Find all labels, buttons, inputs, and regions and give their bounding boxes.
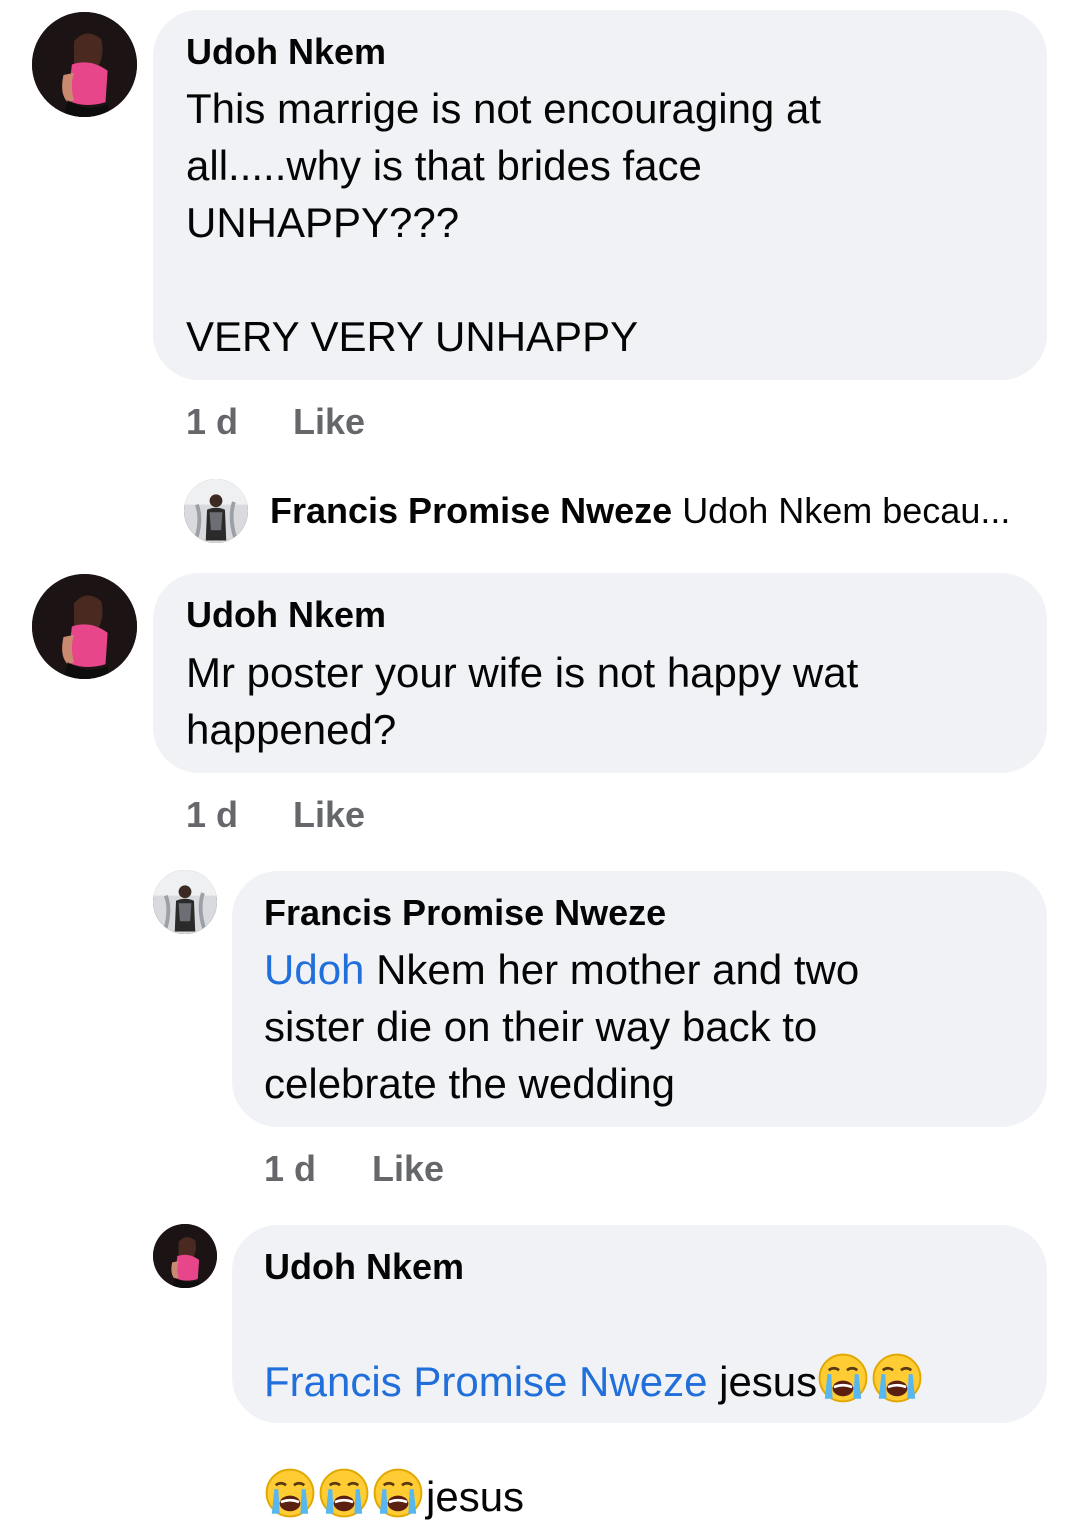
loudly-crying-face-icon — [264, 1467, 316, 1519]
avatar-photo-icon — [153, 1224, 217, 1288]
loudly-crying-face-icon — [318, 1467, 370, 1519]
mention-link[interactable]: Udoh — [264, 946, 364, 993]
avatar[interactable] — [153, 1224, 217, 1288]
comment-text: Mr poster your wife is not happy wat hap… — [186, 649, 859, 753]
like-button[interactable]: Like — [372, 1147, 444, 1191]
collapsed-reply[interactable]: Francis Promise Nweze Udoh Nkem becau... — [270, 489, 1010, 533]
loudly-crying-face-icon — [372, 1467, 424, 1519]
like-button[interactable]: Like — [293, 400, 365, 444]
reply-word: jesus — [707, 1358, 818, 1405]
avatar[interactable] — [32, 12, 137, 117]
avatar-photo-icon — [153, 870, 217, 934]
avatar-photo-icon — [32, 12, 137, 117]
reply-text: Udoh Nkem her mother and two sister die … — [264, 941, 1034, 1112]
avatar[interactable] — [32, 574, 137, 679]
comment-text: This marrige is not encouraging at all..… — [186, 85, 821, 360]
reply-word: jesus — [426, 1473, 525, 1520]
reply-preview: Udoh Nkem becau... — [682, 490, 1011, 531]
avatar[interactable] — [184, 479, 248, 543]
comment-time: 1 d — [186, 401, 239, 442]
mention-link[interactable]: Francis Promise Nweze — [264, 1358, 707, 1405]
avatar-photo-icon — [32, 574, 137, 679]
like-button[interactable]: Like — [293, 793, 365, 837]
reply-author[interactable]: Francis Promise Nweze — [264, 891, 666, 935]
reply-author[interactable]: Francis Promise Nweze — [270, 490, 672, 531]
reply-text: Francis Promise Nweze jesus jesus — [264, 1295, 1034, 1525]
comment-time: 1 d — [186, 794, 239, 835]
reply-time: 1 d — [264, 1148, 317, 1189]
comment-author[interactable]: Udoh Nkem — [186, 593, 386, 637]
avatar[interactable] — [153, 870, 217, 934]
loudly-crying-face-icon — [871, 1352, 923, 1404]
comment-author[interactable]: Udoh Nkem — [186, 30, 386, 74]
avatar-photo-icon — [184, 479, 248, 543]
loudly-crying-face-icon — [817, 1352, 869, 1404]
reply-author[interactable]: Udoh Nkem — [264, 1245, 464, 1289]
